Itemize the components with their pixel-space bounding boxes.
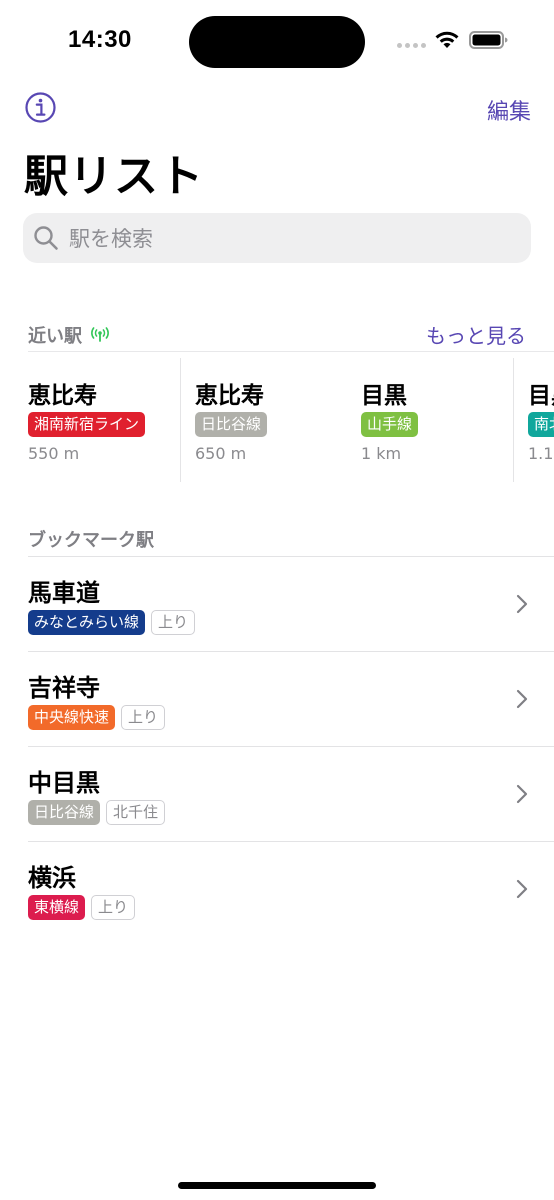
bookmark-row[interactable]: 横浜 東横線 上り [28, 841, 554, 936]
nearby-title-group: 近い駅 [28, 322, 110, 348]
station-name: 馬車道 [28, 579, 100, 607]
nearby-station-card[interactable]: 目黒 山手線 1 km [361, 352, 501, 482]
wifi-icon [435, 31, 459, 48]
chevron-right-icon [516, 879, 528, 899]
station-name: 吉祥寺 [28, 674, 100, 702]
page-title: 駅リスト [24, 151, 204, 202]
search-bar[interactable] [23, 213, 531, 265]
chevron-right-icon [516, 689, 528, 709]
dynamic-island [189, 16, 365, 68]
bookmark-section-title: ブックマーク駅 [28, 530, 154, 551]
location-signal-icon [91, 327, 109, 342]
info-icon[interactable] [24, 91, 57, 124]
home-indicator[interactable] [178, 1182, 376, 1189]
nearby-station-card[interactable]: 恵比寿 日比谷線 650 m [195, 352, 345, 482]
direction-badge: 上り [151, 610, 196, 635]
line-badge: 日比谷線 [28, 800, 101, 825]
edit-button[interactable]: 編集 [487, 94, 531, 126]
direction-badge: 上り [121, 705, 166, 730]
station-distance: 1 km [361, 444, 402, 463]
nearby-station-carousel[interactable]: 恵比寿 湘南新宿ライン 550 m 恵比寿 日比谷線 650 m 目黒 山手線 … [0, 352, 554, 487]
status-time: 14:30 [68, 26, 132, 53]
line-badge: 日比谷線 [195, 412, 268, 437]
station-name: 中目黒 [28, 769, 100, 797]
line-badge: 東横線 [28, 895, 86, 920]
bookmark-row[interactable]: 中目黒 日比谷線 北千住 [28, 746, 554, 841]
nearby-station-card[interactable]: 恵比寿 湘南新宿ライン 550 m [28, 352, 178, 482]
station-distance: 1.1 km [528, 444, 554, 463]
search-input[interactable] [67, 213, 521, 265]
station-name: 横浜 [28, 864, 76, 892]
bookmark-list: 馬車道 みなとみらい線 上り 吉祥寺 中央線快速 上り 中目黒 日比谷線 北千住… [28, 556, 554, 936]
station-distance: 650 m [195, 444, 247, 463]
line-badge: 中央線快速 [28, 705, 116, 730]
chevron-right-icon [516, 594, 528, 614]
battery-icon [469, 31, 508, 49]
line-badge: みなとみらい線 [28, 610, 146, 635]
card-separator [180, 358, 181, 482]
nearby-station-card[interactable]: 目黒 南北線 1.1 km [528, 352, 554, 482]
status-bar: 14:30 [0, 0, 554, 80]
bookmark-row[interactable]: 馬車道 みなとみらい線 上り [28, 556, 554, 651]
card-separator [513, 358, 514, 482]
station-name: 恵比寿 [28, 383, 97, 409]
nearby-section-header: 近い駅 もっと見る [28, 318, 526, 350]
bookmark-row[interactable]: 吉祥寺 中央線快速 上り [28, 651, 554, 746]
nearby-section-title: 近い駅 [28, 326, 82, 347]
cellular-signal-icon [397, 43, 426, 48]
direction-badge: 上り [91, 895, 136, 920]
chevron-right-icon [516, 784, 528, 804]
search-icon [34, 226, 58, 250]
station-name: 目黒 [361, 383, 407, 409]
direction-badge: 北千住 [106, 800, 166, 825]
line-badge: 南北線 [528, 412, 554, 437]
station-name: 目黒 [528, 383, 554, 409]
station-name: 恵比寿 [195, 383, 264, 409]
station-distance: 550 m [28, 444, 80, 463]
see-more-link[interactable]: もっと見る [426, 320, 526, 349]
line-badge: 湘南新宿ライン [28, 412, 146, 437]
navigation-bar: 編集 [0, 85, 554, 129]
line-badge: 山手線 [361, 412, 419, 437]
